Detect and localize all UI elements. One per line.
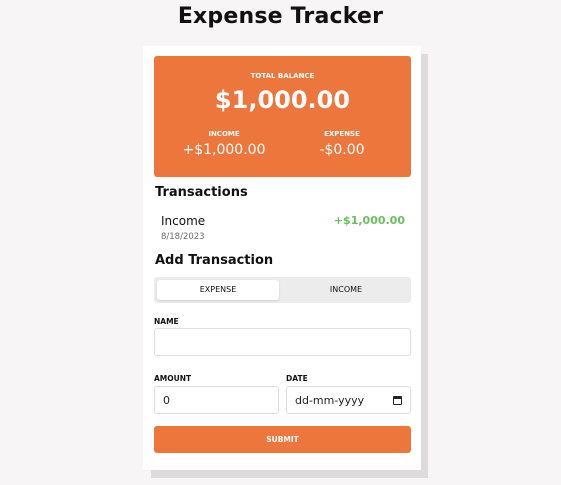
total-balance-label: TOTAL BALANCE	[250, 72, 315, 80]
transaction-date: 8/18/2023	[161, 232, 205, 242]
transaction-row[interactable]: Income 8/18/2023 +$1,000.00	[161, 214, 405, 244]
name-input[interactable]	[154, 328, 411, 356]
income-value: +$1,000.00	[182, 142, 266, 158]
tab-income[interactable]: INCOME	[285, 280, 407, 300]
transaction-name: Income	[161, 214, 206, 228]
calendar-icon[interactable]	[393, 395, 402, 405]
expense-label: EXPENSE	[324, 130, 360, 138]
date-input[interactable]: dd-mm-yyyy	[286, 386, 411, 414]
page-title: Expense Tracker	[177, 4, 384, 29]
balance-panel: TOTAL BALANCE $1,000.00 INCOME +$1,000.0…	[154, 56, 411, 177]
total-balance-amount: $1,000.00	[214, 86, 351, 114]
transaction-amount: +$1,000.00	[333, 214, 405, 227]
type-toggle: EXPENSE INCOME	[154, 277, 411, 303]
amount-label: AMOUNT	[154, 374, 192, 383]
expense-stat: EXPENSE -$0.00	[278, 130, 406, 158]
add-transaction-title: Add Transaction	[155, 253, 274, 268]
amount-input[interactable]	[154, 386, 279, 414]
tracker-card: TOTAL BALANCE $1,000.00 INCOME +$1,000.0…	[143, 46, 421, 470]
submit-button[interactable]: SUBMIT	[154, 426, 411, 453]
date-label: DATE	[286, 374, 308, 383]
expense-value: -$0.00	[319, 142, 365, 158]
date-placeholder: dd-mm-yyyy	[295, 393, 365, 407]
tab-expense[interactable]: EXPENSE	[157, 280, 279, 300]
transactions-title: Transactions	[155, 185, 248, 200]
income-stat: INCOME +$1,000.00	[160, 130, 288, 158]
name-label: NAME	[154, 317, 179, 326]
income-label: INCOME	[208, 130, 240, 138]
